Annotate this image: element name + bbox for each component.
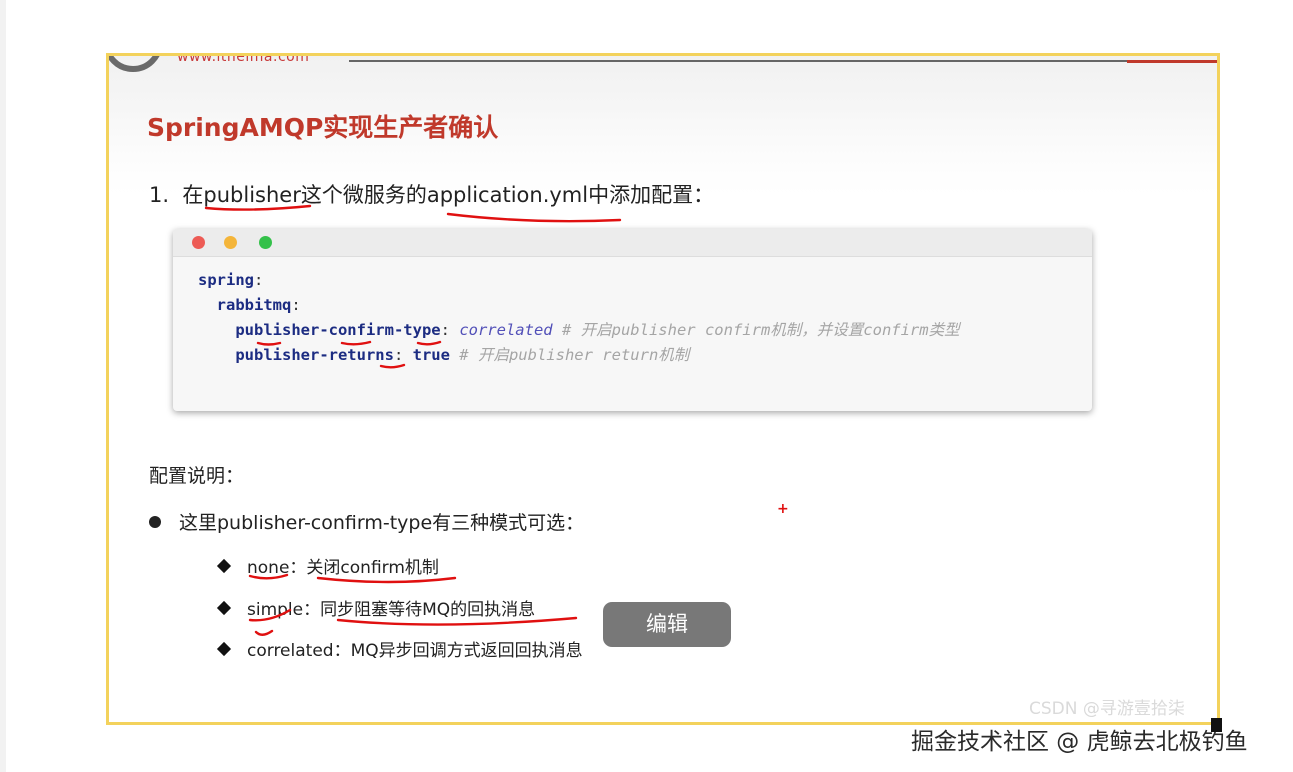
step-prefix: 在 [182,183,204,207]
mode-sep: ： [333,641,351,661]
window-close-dot-icon [192,236,205,249]
code-comment: # 开启publisher return机制 [449,346,690,364]
mode-item-correlated: correlated：MQ异步回调方式返回回执消息 [216,636,583,661]
juejin-watermark: 掘金技术社区 @ 虎鲸去北极钓鱼 [911,729,1248,755]
edit-button[interactable]: 编辑 [603,602,731,647]
csdn-watermark: CSDN @寻游壹拾柒 [1029,699,1185,719]
code-block: spring: rabbitmq: publisher-confirm-type… [198,268,960,368]
bullet-dot-icon [149,515,161,528]
step-file-name: application.yml [426,183,589,207]
header-divider [349,60,1217,62]
mode-desc: 关闭confirm机制 [306,558,439,578]
code-key: publisher-confirm-type [235,321,441,339]
mode-name: none [247,558,290,578]
mode-desc: 同步阻塞等待MQ的回执消息 [320,600,536,620]
step-middle: 这个微服务的 [300,183,427,207]
mode-item-simple: simple：同步阻塞等待MQ的回执消息 [216,595,536,620]
code-colon: : [440,321,460,339]
corner-marker [1211,718,1222,732]
step-service-name: publisher [203,183,301,207]
slide-title: SpringAMQP实现生产者确认 [147,113,499,142]
code-value: correlated [459,321,553,339]
mode-sep: ： [303,600,321,620]
mode-name: correlated [247,641,334,661]
code-value: true [412,346,450,364]
mode-sep: ： [289,558,307,578]
step-number: 1. [149,183,170,207]
notes-heading: 配置说明： [149,465,245,487]
logo-icon [109,56,163,72]
code-comment: # 开启publisher confirm机制，并设置confirm类型 [552,321,960,339]
diamond-bullet-icon [216,600,232,616]
code-key: spring [198,271,254,289]
left-edge-strip [0,0,6,772]
code-key: publisher-returns [235,346,394,364]
header-accent-line [1127,60,1217,63]
mode-item-none: none：关闭confirm机制 [216,553,439,578]
code-colon: : [291,296,301,314]
step-1-text: 1. 在publisher这个微服务的application.yml中添加配置： [149,179,714,209]
code-window: spring: rabbitmq: publisher-confirm-type… [173,229,1092,411]
code-line-spring: spring: [198,268,960,293]
bullet-text: 这里publisher-confirm-type有三种模式可选： [179,512,585,534]
mode-desc: MQ异步回调方式返回回执消息 [350,641,583,661]
bullet-item: 这里publisher-confirm-type有三种模式可选： [149,508,584,535]
code-window-titlebar [173,229,1092,257]
mode-name: simple [247,600,304,620]
code-key: rabbitmq [216,296,292,314]
code-colon: : [254,271,264,289]
diamond-bullet-icon [216,641,232,657]
cursor-mark-icon: + [777,501,789,517]
window-minimize-dot-icon [224,236,237,249]
code-colon: : [393,346,413,364]
window-maximize-dot-icon [259,236,272,249]
presentation-slide: www.itheima.com SpringAMQP实现生产者确认 1. 在pu… [106,53,1220,725]
code-line-rabbitmq: rabbitmq: [198,293,960,318]
code-line-returns: publisher-returns: true # 开启publisher re… [198,343,960,368]
diamond-bullet-icon [216,558,232,574]
site-url: www.itheima.com [177,53,310,65]
step-suffix: 中添加配置： [588,183,715,207]
code-line-confirm-type: publisher-confirm-type: correlated # 开启p… [198,318,960,343]
